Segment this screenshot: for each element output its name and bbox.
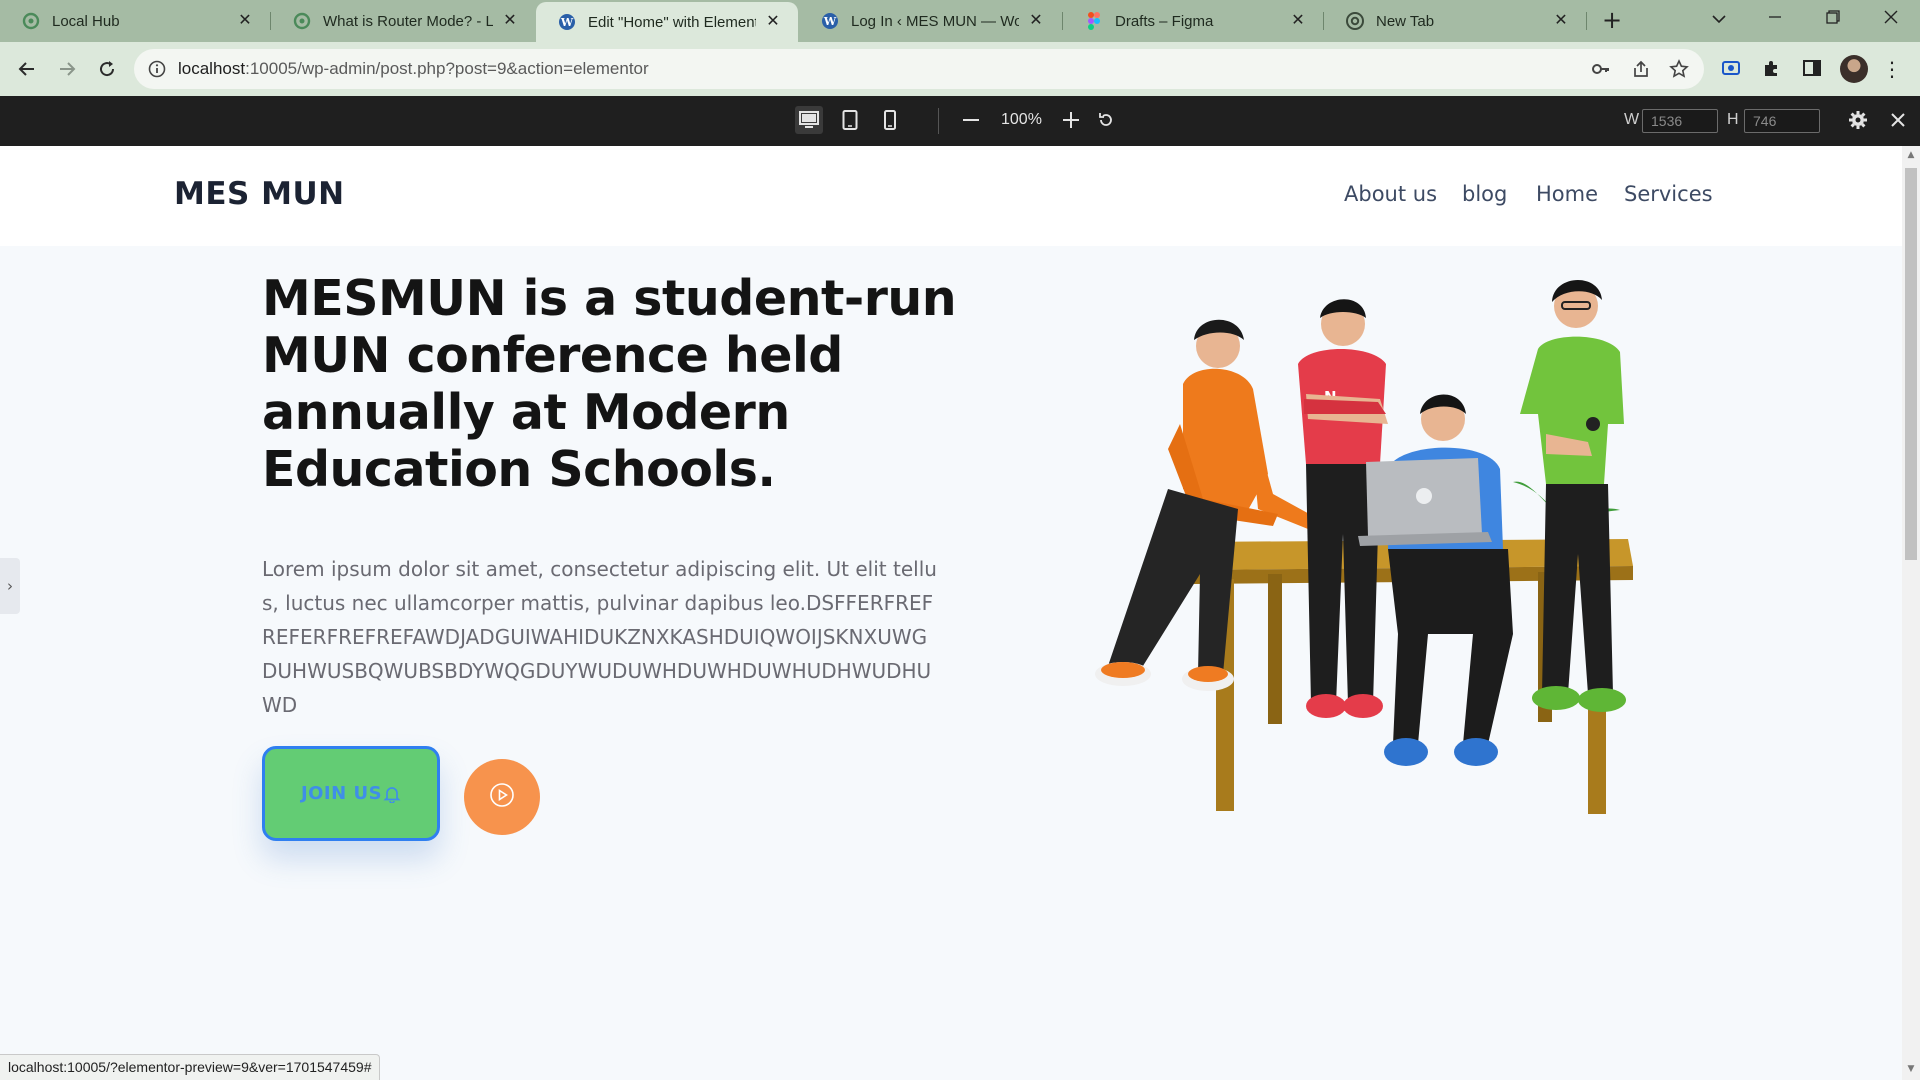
svg-text:W: W xyxy=(823,15,837,28)
new-tab-plus-icon[interactable]: + xyxy=(1598,7,1626,35)
browser-toolbar: localhost:10005/wp-admin/post.php?post=9… xyxy=(0,42,1920,96)
height-input[interactable]: 746 xyxy=(1744,109,1820,133)
person-blue-seated-graphic xyxy=(1384,394,1513,766)
toolbar-divider xyxy=(938,108,939,134)
tab-close-icon[interactable]: ✕ xyxy=(1552,12,1570,30)
local-hub-icon xyxy=(22,12,40,30)
extensions-puzzle-icon[interactable] xyxy=(1759,55,1785,81)
menu-item-home[interactable]: Home xyxy=(1536,182,1598,206)
responsive-mode-bar: 100% W 1536 H 746 xyxy=(0,96,1920,146)
video-play-button[interactable] xyxy=(464,759,540,835)
preview-scrollbar[interactable]: ▲ ▼ xyxy=(1902,146,1920,1080)
svg-text:W: W xyxy=(560,16,574,29)
person-green-shirt-graphic xyxy=(1520,279,1626,712)
width-input[interactable]: 1536 xyxy=(1642,109,1718,133)
tab-title: Local Hub xyxy=(52,12,120,30)
panel-expand-chevron-icon[interactable]: › xyxy=(0,558,20,614)
reload-icon[interactable] xyxy=(93,55,121,83)
tablet-device-icon[interactable] xyxy=(836,106,864,134)
tab-divider xyxy=(1586,12,1587,30)
tab-title: New Tab xyxy=(1376,12,1435,30)
status-bar-url: localhost:10005/?elementor-preview=9&ver… xyxy=(0,1054,381,1080)
menu-item-services[interactable]: Services xyxy=(1624,182,1713,206)
hero-paragraph: Lorem ipsum dolor sit amet, consectetur … xyxy=(262,557,937,717)
wordpress-icon: W xyxy=(821,12,839,30)
tab-close-icon[interactable]: ✕ xyxy=(1027,12,1045,30)
local-hub-icon xyxy=(293,12,311,30)
tab-close-icon[interactable]: ✕ xyxy=(501,12,519,30)
students-team-illustration: N xyxy=(1095,279,1633,814)
tab-close-icon[interactable]: ✕ xyxy=(236,12,254,30)
password-key-icon[interactable] xyxy=(1590,58,1612,80)
tab-edit-home-elementor[interactable]: W Edit "Home" with Elemento ✕ xyxy=(536,2,798,42)
tab-drafts-figma[interactable]: Drafts – Figma ✕ xyxy=(1063,0,1323,42)
tab-title: Log In ‹ MES MUN — Wor xyxy=(851,12,1019,30)
tab-title: Edit "Home" with Elemento xyxy=(588,13,756,31)
chrome-icon xyxy=(1346,12,1364,30)
join-us-button[interactable]: JOIN US xyxy=(262,746,440,841)
screen-capture-extension-icon[interactable] xyxy=(1718,55,1744,81)
tab-local-hub[interactable]: Local Hub ✕ xyxy=(0,0,270,42)
reset-zoom-icon[interactable] xyxy=(1094,108,1118,132)
tab-title: What is Router Mode? - Lo xyxy=(323,12,493,30)
zoom-out-icon[interactable] xyxy=(959,108,983,132)
zoom-in-icon[interactable] xyxy=(1059,108,1083,132)
browser-menu-icon[interactable]: ⋮ xyxy=(1882,55,1902,83)
tab-new-tab[interactable]: New Tab ✕ xyxy=(1324,0,1586,42)
side-panel-icon[interactable] xyxy=(1799,55,1825,81)
forward-arrow-icon[interactable] xyxy=(53,55,81,83)
width-label: W xyxy=(1624,111,1640,128)
desktop-device-icon[interactable] xyxy=(795,106,823,134)
profile-avatar[interactable] xyxy=(1840,55,1868,83)
site-logo[interactable]: MES MUN xyxy=(174,176,345,212)
scroll-down-arrow-icon[interactable]: ▼ xyxy=(1906,1064,1916,1074)
settings-gear-icon[interactable] xyxy=(1846,108,1870,132)
back-arrow-icon[interactable] xyxy=(13,55,41,83)
bell-icon xyxy=(383,785,401,804)
wordpress-icon: W xyxy=(558,13,576,31)
height-label: H xyxy=(1727,111,1739,128)
close-responsive-icon[interactable] xyxy=(1886,108,1910,132)
tab-close-icon[interactable]: ✕ xyxy=(764,13,782,31)
tab-search-chevron-icon[interactable] xyxy=(1696,0,1742,38)
bookmark-star-icon[interactable] xyxy=(1668,58,1690,80)
site-info-icon[interactable] xyxy=(148,60,166,78)
join-us-label: JOIN US xyxy=(300,783,383,804)
url-text: localhost:10005/wp-admin/post.php?post=9… xyxy=(178,59,649,78)
site-header: MES MUN About us blog Home Services xyxy=(0,146,1902,246)
laptop-graphic xyxy=(1358,458,1492,546)
tab-router-mode[interactable]: What is Router Mode? - Lo ✕ xyxy=(271,0,535,42)
restore-icon[interactable] xyxy=(1810,0,1856,38)
menu-item-about-us[interactable]: About us xyxy=(1344,182,1437,206)
zoom-level: 100% xyxy=(1001,111,1042,128)
elementor-preview-canvas: MES MUN About us blog Home Services MESM… xyxy=(0,146,1902,1080)
tab-close-icon[interactable]: ✕ xyxy=(1289,12,1307,30)
hero-heading: MESMUN is a student-run MUN conference h… xyxy=(262,270,957,498)
address-bar[interactable]: localhost:10005/wp-admin/post.php?post=9… xyxy=(134,49,1704,89)
share-icon[interactable] xyxy=(1630,58,1652,80)
figma-icon xyxy=(1085,12,1103,30)
minimize-icon[interactable] xyxy=(1752,0,1798,38)
scrollbar-thumb[interactable] xyxy=(1905,168,1917,560)
tab-log-in-mes-mun[interactable]: W Log In ‹ MES MUN — Wor ✕ xyxy=(799,0,1061,42)
window-close-icon[interactable] xyxy=(1868,0,1914,38)
mobile-device-icon[interactable] xyxy=(876,106,904,134)
tab-title: Drafts – Figma xyxy=(1115,12,1214,30)
play-circle-icon xyxy=(489,782,515,812)
scroll-up-arrow-icon[interactable]: ▲ xyxy=(1906,150,1916,160)
menu-item-blog[interactable]: blog xyxy=(1462,182,1507,206)
browser-tab-strip: Local Hub ✕ What is Router Mode? - Lo ✕ … xyxy=(0,0,1920,42)
